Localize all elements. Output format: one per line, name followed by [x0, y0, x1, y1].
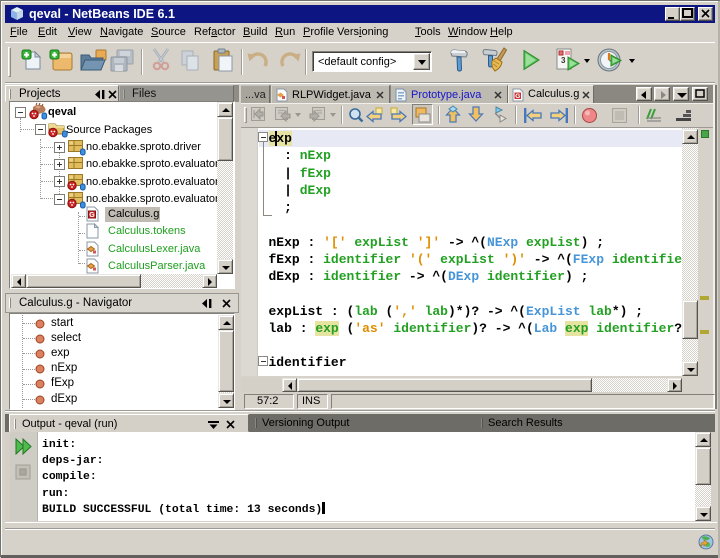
svg-text:3: 3	[561, 56, 566, 65]
svg-text:G: G	[515, 93, 520, 100]
svg-text:G: G	[89, 212, 95, 219]
